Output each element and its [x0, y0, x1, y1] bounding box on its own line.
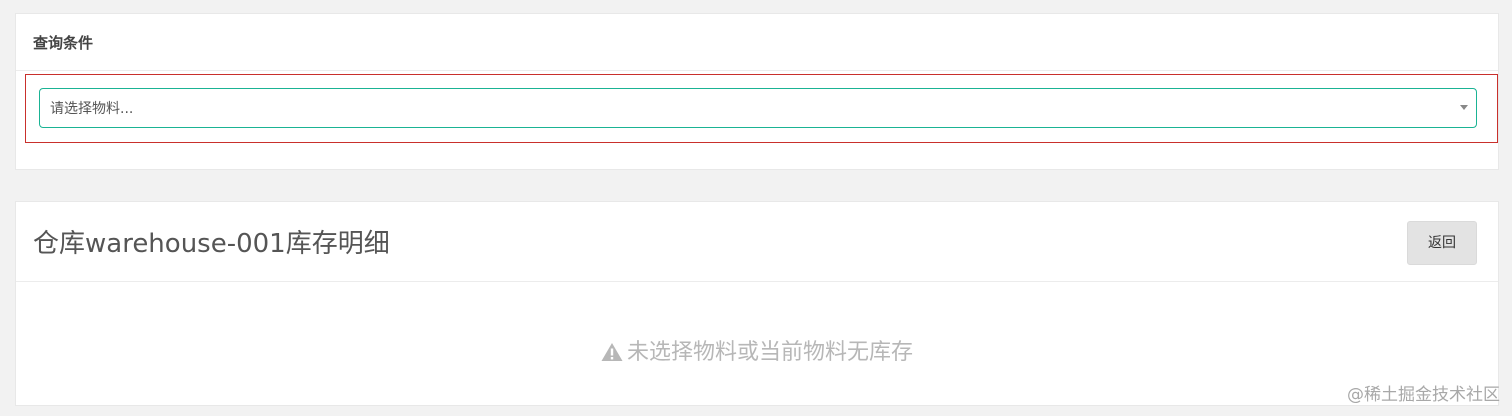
empty-inventory-message: 未选择物料或当前物料无库存: [16, 338, 1498, 371]
material-select-placeholder: 请选择物料...: [50, 101, 134, 117]
inventory-detail-title: 仓库warehouse-001库存明细: [33, 229, 390, 259]
material-select-highlight: 请选择物料...: [25, 74, 1498, 143]
watermark: @稀土掘金技术社区: [1347, 385, 1500, 405]
query-panel-header: 查询条件: [16, 14, 1498, 71]
inventory-detail-panel: 仓库warehouse-001库存明细 返回 未选择物料或当前物料无库存: [15, 201, 1499, 406]
material-select[interactable]: 请选择物料...: [39, 88, 1477, 128]
caret-down-icon: [1460, 105, 1468, 110]
back-button[interactable]: 返回: [1407, 221, 1477, 265]
warning-icon: [601, 341, 623, 371]
query-panel: 查询条件 请选择物料...: [15, 13, 1499, 170]
inventory-detail-header: 仓库warehouse-001库存明细 返回: [16, 202, 1498, 282]
empty-message-text: 未选择物料或当前物料无库存: [626, 340, 913, 365]
query-panel-title: 查询条件: [33, 34, 94, 52]
